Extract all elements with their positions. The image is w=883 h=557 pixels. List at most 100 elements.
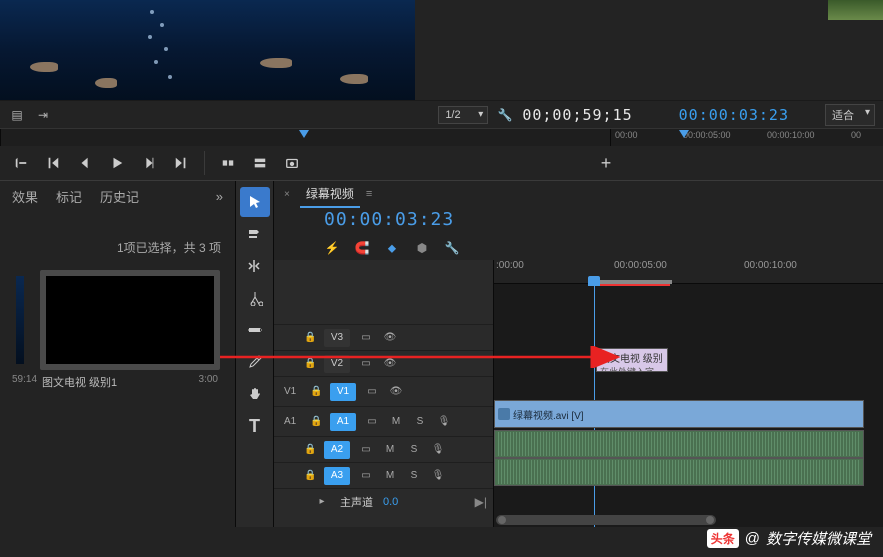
eye-icon[interactable]: 👁	[382, 356, 398, 372]
track-label[interactable]: A1	[330, 413, 356, 431]
insert-icon[interactable]: ⇥	[34, 106, 52, 124]
project-item[interactable]: 59:14	[10, 270, 30, 394]
overwrite-clip-button[interactable]	[247, 150, 273, 176]
lock-icon[interactable]: 🔒	[304, 332, 316, 343]
solo-button[interactable]: S	[406, 442, 422, 458]
fit-dropdown[interactable]: 适合	[825, 104, 875, 126]
linked-selection-icon[interactable]: 🧲	[354, 240, 370, 256]
track-header-a1[interactable]: A1 🔒 A1 ▭ M S 🎙	[274, 406, 493, 436]
play-button[interactable]	[104, 150, 130, 176]
scroll-grip-right[interactable]	[706, 516, 714, 524]
mute-button[interactable]: M	[382, 442, 398, 458]
source-timecode[interactable]: 00;00;59;15	[522, 106, 632, 124]
step-forward-button[interactable]	[136, 150, 162, 176]
track-output-icon[interactable]: ▭	[364, 384, 380, 400]
project-item-selected[interactable]: 图文电视 级别1 3:00	[40, 270, 220, 394]
timeline-ruler[interactable]: :00:00 00:00:05:00 00:00:10:00	[494, 260, 883, 284]
lock-icon[interactable]: 🔒	[304, 470, 316, 481]
step-back-button[interactable]	[72, 150, 98, 176]
program-monitor-viewport[interactable]	[415, 0, 883, 100]
track-output-icon[interactable]: ▭	[358, 356, 374, 372]
mute-button[interactable]: M	[382, 468, 398, 484]
wrench-icon[interactable]: 🔧	[496, 106, 514, 124]
pen-tool[interactable]	[240, 347, 270, 377]
tab-markers[interactable]: 标记	[56, 187, 82, 206]
expand-icon[interactable]: ▸	[314, 494, 330, 510]
insert-clip-button[interactable]	[215, 150, 241, 176]
source-playhead-icon[interactable]	[299, 130, 309, 138]
go-to-in-button[interactable]	[40, 150, 66, 176]
type-tool[interactable]: T	[240, 411, 270, 441]
track-header-v2[interactable]: 🔒 V2 ▭ 👁	[274, 350, 493, 376]
track-output-icon[interactable]: ▭	[358, 468, 374, 484]
lock-icon[interactable]: 🔒	[304, 358, 316, 369]
timeline-tab-menu[interactable]: ≡	[366, 188, 372, 200]
source-monitor-viewport[interactable]	[0, 0, 415, 100]
master-value[interactable]: 0.0	[383, 496, 398, 508]
ripple-edit-tool[interactable]	[240, 251, 270, 281]
track-header-v3[interactable]: 🔒 V3 ▭ 👁	[274, 324, 493, 350]
timeline-tracks[interactable]: :00:00 00:00:05:00 00:00:10:00 图文电视 级别 在…	[494, 260, 883, 527]
track-label[interactable]: V1	[330, 383, 356, 401]
track-header-v1[interactable]: V1 🔒 V1 ▭ 👁	[274, 376, 493, 406]
track-output-icon[interactable]: ▭	[358, 330, 374, 346]
audio-clip-a1[interactable]	[494, 430, 864, 458]
track-header-master[interactable]: ▸ 主声道 0.0 ▶|	[274, 488, 493, 514]
lock-icon[interactable]: 🔒	[304, 444, 316, 455]
source-patch[interactable]: V1	[284, 386, 302, 397]
scroll-grip-left[interactable]	[498, 516, 506, 524]
track-select-tool[interactable]	[240, 219, 270, 249]
tab-close-button[interactable]: ×	[284, 189, 290, 200]
mark-in-button[interactable]	[8, 150, 34, 176]
wrench-icon[interactable]: 🔧	[444, 240, 460, 256]
eye-icon[interactable]: 👁	[382, 330, 398, 346]
track-output-icon[interactable]: ▭	[358, 442, 374, 458]
mute-button[interactable]: M	[388, 414, 404, 430]
program-ruler[interactable]: 00:00 00:00:05:00 00:00:10:00 00	[610, 129, 883, 146]
timeline-tab[interactable]: 绿幕视频	[300, 181, 360, 208]
track-label[interactable]: V3	[324, 329, 350, 347]
list-view-icon[interactable]: ▤	[8, 106, 26, 124]
timeline-timecode[interactable]: 00:00:03:23	[324, 209, 873, 230]
snap-icon[interactable]: ⚡	[324, 240, 340, 256]
track-header-a2[interactable]: 🔒 A2 ▭ M S 🎙	[274, 436, 493, 462]
solo-button[interactable]: S	[406, 468, 422, 484]
video-clip[interactable]: 绿幕视频.avi [V]	[494, 400, 864, 428]
go-end-icon[interactable]: ▶|	[475, 495, 487, 509]
title-clip[interactable]: 图文电视 级别 在此处键入字	[596, 348, 668, 372]
tab-history[interactable]: 历史记	[100, 187, 139, 206]
track-label[interactable]: V2	[324, 355, 350, 373]
lock-icon[interactable]: 🔒	[310, 416, 322, 427]
go-to-out-button[interactable]	[168, 150, 194, 176]
selection-tool[interactable]	[240, 187, 270, 217]
program-timecode[interactable]: 00:00:03:23	[679, 106, 789, 124]
track-header-a3[interactable]: 🔒 A3 ▭ M S 🎙	[274, 462, 493, 488]
tab-effects[interactable]: 效果	[12, 187, 38, 206]
mic-icon[interactable]: 🎙	[436, 414, 452, 430]
tabs-overflow-button[interactable]: »	[216, 189, 223, 204]
horizontal-scrollbar[interactable]	[496, 515, 716, 525]
lock-icon[interactable]: 🔒	[310, 386, 322, 397]
mic-icon[interactable]: 🎙	[430, 442, 446, 458]
fx-icon	[498, 408, 510, 420]
track-label[interactable]: A3	[324, 467, 350, 485]
track-label[interactable]: A2	[324, 441, 350, 459]
audio-clip-a2[interactable]	[494, 458, 864, 486]
program-playhead-icon[interactable]	[679, 130, 689, 138]
export-frame-button[interactable]	[279, 150, 305, 176]
solo-button[interactable]: S	[412, 414, 428, 430]
mic-icon[interactable]: 🎙	[430, 468, 446, 484]
razor-tool[interactable]	[240, 283, 270, 313]
slip-tool[interactable]	[240, 315, 270, 345]
markers-icon[interactable]: ⬥	[384, 240, 400, 256]
add-button[interactable]: +	[593, 150, 619, 176]
thumb-name: 图文电视 级别1	[42, 374, 117, 390]
zoom-dropdown[interactable]: 1/2	[438, 106, 488, 124]
hand-tool[interactable]	[240, 379, 270, 409]
eye-icon[interactable]: 👁	[388, 384, 404, 400]
settings-icon[interactable]: ⬢	[414, 240, 430, 256]
source-patch[interactable]: A1	[284, 416, 302, 427]
track-output-icon[interactable]: ▭	[364, 414, 380, 430]
source-ruler[interactable]	[0, 129, 610, 146]
transport-controls: +	[0, 146, 883, 180]
